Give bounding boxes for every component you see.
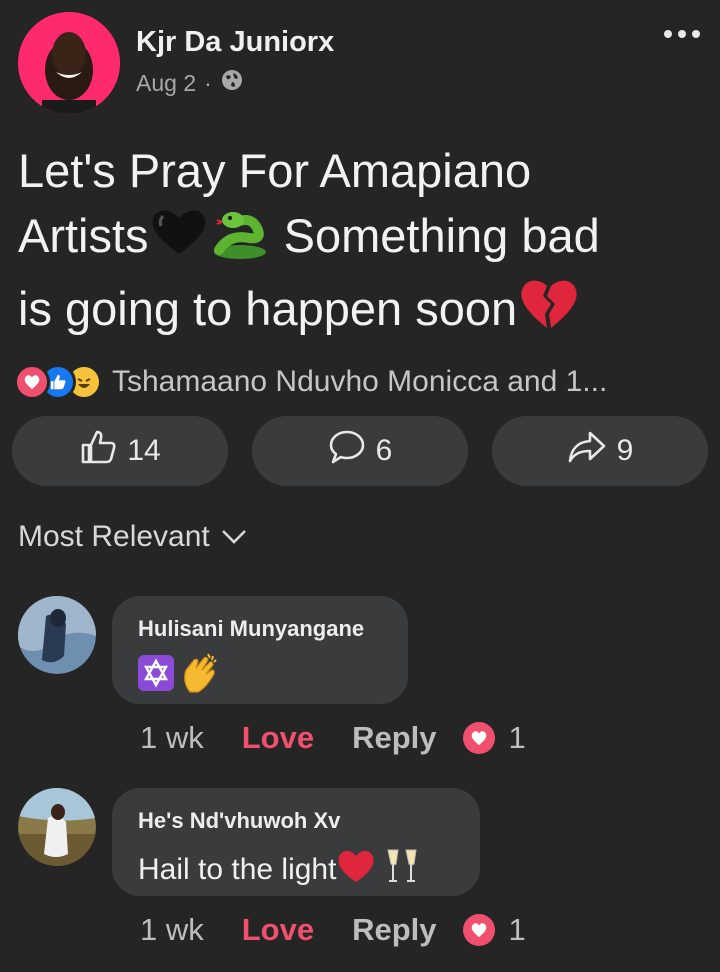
action-bar: 14 6 9 bbox=[12, 416, 708, 486]
reaction-count-value: 1 bbox=[508, 912, 526, 947]
star-of-david-icon bbox=[138, 655, 174, 699]
post-text-line: is going to happen soon bbox=[18, 276, 698, 349]
like-count: 14 bbox=[127, 434, 161, 467]
commenter-name[interactable]: He's Nd'vhuwoh Xv bbox=[138, 808, 454, 834]
love-reaction-icon bbox=[462, 722, 495, 754]
comment-reaction-count[interactable]: 1 bbox=[462, 720, 526, 756]
black-heart-icon bbox=[149, 206, 209, 274]
more-options-button[interactable] bbox=[664, 30, 700, 38]
post-header: Kjr Da Juniorx Aug 2 · bbox=[18, 12, 708, 116]
comment-bubble[interactable]: He's Nd'vhuwoh Xv Hail to the light bbox=[112, 788, 480, 896]
comment-text-value: Hail to the light bbox=[138, 853, 337, 886]
commenter-avatar[interactable] bbox=[18, 788, 96, 866]
reactors-text[interactable]: Tshamaano Nduvho Monicca and 1... bbox=[112, 365, 607, 399]
share-count: 9 bbox=[616, 434, 634, 467]
comment-text bbox=[138, 652, 382, 702]
love-button[interactable]: Love bbox=[242, 720, 314, 756]
broken-heart-icon bbox=[517, 276, 581, 348]
post-text-line: Artists Something bad bbox=[18, 203, 698, 276]
post-text-line: Let's Pray For Amapiano bbox=[18, 138, 698, 203]
love-button[interactable]: Love bbox=[242, 912, 314, 948]
love-reaction-icon bbox=[14, 364, 50, 400]
comment-icon bbox=[328, 428, 366, 474]
share-icon bbox=[567, 428, 607, 474]
author-avatar[interactable] bbox=[18, 12, 120, 114]
post-meta: Aug 2 · bbox=[136, 68, 244, 98]
clinking-glasses-icon bbox=[384, 846, 420, 894]
comment-item: Hulisani Munyangane 1 wk Love Reply 1 bbox=[18, 596, 708, 766]
post-date[interactable]: Aug 2 bbox=[136, 70, 196, 97]
post-text: Let's Pray For Amapiano Artists Somethin… bbox=[18, 138, 698, 348]
meta-separator: · bbox=[204, 69, 212, 96]
reply-button[interactable]: Reply bbox=[352, 720, 436, 756]
dot bbox=[664, 30, 672, 38]
reaction-icons bbox=[14, 364, 102, 400]
reply-button[interactable]: Reply bbox=[352, 912, 436, 948]
comment-text: Hail to the light bbox=[138, 846, 454, 894]
post-text-line2b: Something bad bbox=[270, 209, 600, 262]
love-reaction-icon bbox=[462, 914, 495, 946]
comment-time: 1 wk bbox=[140, 912, 204, 947]
snake-icon bbox=[209, 204, 271, 276]
commenter-name[interactable]: Hulisani Munyangane bbox=[138, 616, 382, 642]
dot bbox=[678, 30, 686, 38]
comment-time: 1 wk bbox=[140, 720, 204, 755]
comment-bubble[interactable]: Hulisani Munyangane bbox=[112, 596, 408, 704]
comment-item: He's Nd'vhuwoh Xv Hail to the light 1 wk… bbox=[18, 788, 708, 958]
comment-reaction-count[interactable]: 1 bbox=[462, 912, 526, 948]
author-name[interactable]: Kjr Da Juniorx bbox=[136, 26, 334, 59]
red-heart-icon bbox=[336, 848, 376, 892]
post-text-line1: Let's Pray For Amapiano bbox=[18, 144, 532, 197]
comment-count: 6 bbox=[375, 434, 393, 467]
globe-icon bbox=[220, 68, 244, 98]
reaction-count-value: 1 bbox=[508, 720, 526, 755]
commenter-avatar[interactable] bbox=[18, 596, 96, 674]
clapping-hands-icon bbox=[180, 652, 220, 702]
thumbs-up-icon bbox=[79, 428, 117, 474]
chevron-down-icon bbox=[220, 520, 248, 554]
comment-actions: 1 wk Love Reply 1 bbox=[140, 720, 526, 756]
comment-sort-dropdown[interactable]: Most Relevant bbox=[18, 520, 248, 554]
share-button[interactable]: 9 bbox=[492, 416, 708, 486]
post-text-line3: is going to happen soon bbox=[18, 281, 518, 335]
comment-actions: 1 wk Love Reply 1 bbox=[140, 912, 526, 948]
like-button[interactable]: 14 bbox=[12, 416, 228, 486]
dot bbox=[692, 30, 700, 38]
comment-button[interactable]: 6 bbox=[252, 416, 468, 486]
post-text-line2a: Artists bbox=[18, 209, 149, 262]
reactions-summary[interactable]: Tshamaano Nduvho Monicca and 1... bbox=[14, 362, 714, 402]
sort-label: Most Relevant bbox=[18, 520, 210, 553]
